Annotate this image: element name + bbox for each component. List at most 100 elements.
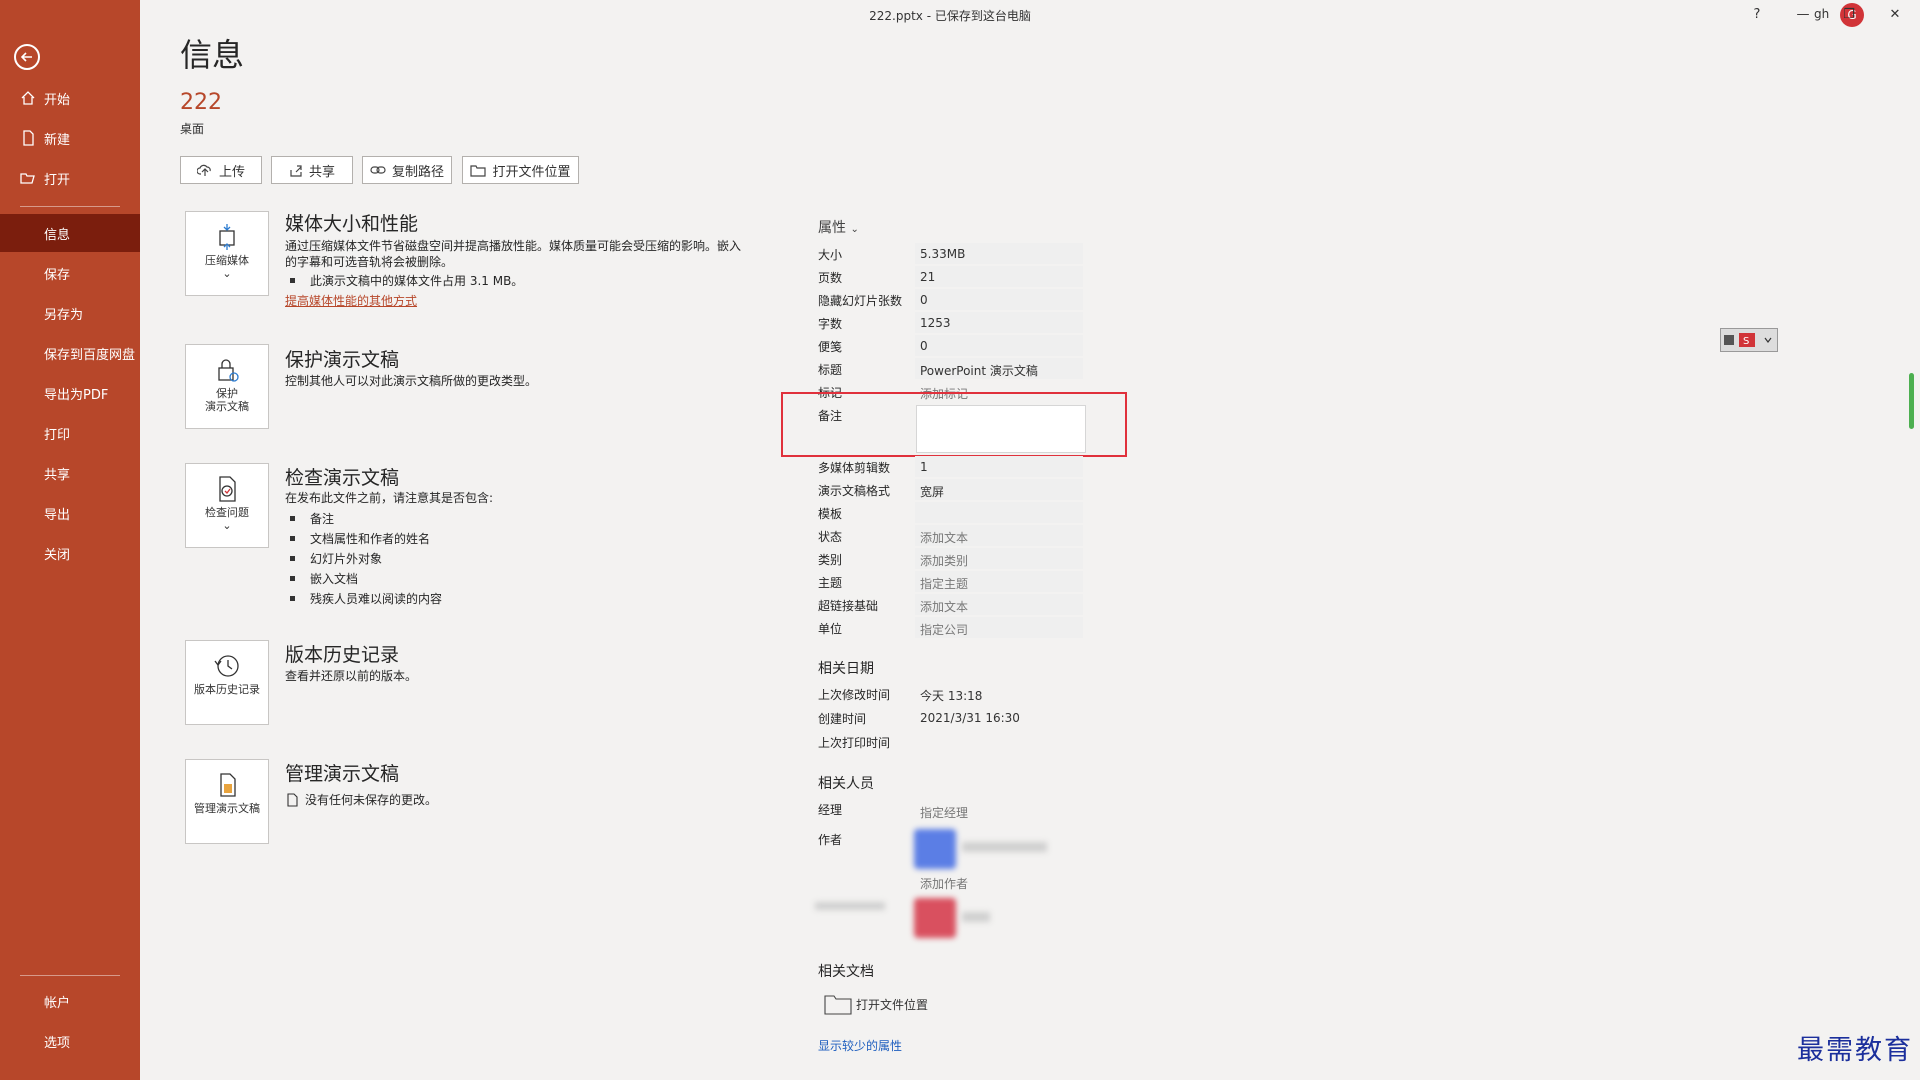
nav-label: 开始 xyxy=(44,92,71,108)
scroll-indicator[interactable] xyxy=(1909,373,1914,429)
inspect-bullet: 备注 xyxy=(290,510,334,527)
bullet-text: 文档属性和作者的姓名 xyxy=(310,532,431,546)
prop-label-title: 标题 xyxy=(818,363,843,377)
bullet-text: 备注 xyxy=(310,512,335,526)
prop-label-size: 大小 xyxy=(818,248,843,262)
prop-value-modified: 今天 13:18 xyxy=(920,689,983,703)
protect-presentation-tile[interactable]: 保护 演示文稿 xyxy=(185,344,269,429)
nav-export-pdf[interactable]: 导出为PDF xyxy=(0,374,140,412)
prop-value-category[interactable]: 添加类别 xyxy=(920,552,968,569)
upload-label: 上传 xyxy=(218,164,245,180)
prop-label-hidden-slides: 隐藏幻灯片张数 xyxy=(818,294,903,308)
inspect-bullet: 幻灯片外对象 xyxy=(290,550,382,567)
show-fewer-properties-link[interactable]: 显示较少的属性 xyxy=(818,1037,902,1054)
protect-tile-line1: 保护 xyxy=(216,387,238,400)
prop-value-company[interactable]: 指定公司 xyxy=(920,621,968,638)
nav-close[interactable]: 关闭 xyxy=(0,534,140,572)
close-window-button[interactable]: ✕ xyxy=(1872,0,1918,30)
prop-label-pages: 页数 xyxy=(818,271,843,285)
nav-label: 新建 xyxy=(44,132,71,148)
history-section-title: 版本历史记录 xyxy=(285,644,400,666)
nav-label: 保存到百度网盘 xyxy=(44,347,136,363)
version-history-label: 版本历史记录 xyxy=(194,683,260,696)
prop-label-format: 演示文稿格式 xyxy=(818,484,891,498)
nav-options[interactable]: 选项 xyxy=(0,1022,140,1060)
nav-info[interactable]: 信息 xyxy=(0,214,140,252)
help-button[interactable]: ? xyxy=(1734,0,1780,30)
prop-value-manager[interactable]: 指定经理 xyxy=(920,804,968,821)
copy-path-button[interactable]: 复制路径 xyxy=(362,156,452,184)
nav-label: 导出为PDF xyxy=(44,387,109,403)
bullet-text: 此演示文稿中的媒体文件占用 3.1 MB。 xyxy=(310,274,524,288)
document-icon xyxy=(287,793,298,807)
protect-tile-line2: 演示文稿 xyxy=(205,400,249,413)
nav-home[interactable]: 开始 xyxy=(0,79,140,117)
nav-label: 导出 xyxy=(44,507,71,523)
home-icon xyxy=(21,91,35,105)
chevron-down-icon: ⌄ xyxy=(222,519,232,532)
prop-label-created: 创建时间 xyxy=(818,712,867,726)
version-history-tile[interactable]: 版本历史记录 xyxy=(185,640,269,725)
share-button[interactable]: 共享 xyxy=(271,156,353,184)
prop-field-bg xyxy=(915,502,1083,523)
nav-save[interactable]: 保存 xyxy=(0,254,140,292)
nav-account[interactable]: 帐户 xyxy=(0,982,140,1020)
add-author-link[interactable]: 添加作者 xyxy=(920,875,968,892)
prop-value-subject[interactable]: 指定主题 xyxy=(920,575,968,592)
ime-toolbar-icon: S xyxy=(1724,333,1772,347)
back-button[interactable] xyxy=(14,44,40,70)
open-file-location-link[interactable]: 打开文件位置 xyxy=(824,993,928,1015)
svg-text:S: S xyxy=(1743,336,1749,347)
share-label: 共享 xyxy=(308,164,335,180)
protect-section-title: 保护演示文稿 xyxy=(285,349,400,371)
prop-value-title[interactable]: PowerPoint 演示文稿 xyxy=(920,362,1038,379)
nav-print[interactable]: 打印 xyxy=(0,414,140,452)
ime-toolbar[interactable]: S xyxy=(1720,328,1778,352)
nav-share[interactable]: 共享 xyxy=(0,454,140,492)
nav-save-baidu[interactable]: 保存到百度网盘 xyxy=(0,334,140,372)
media-section-desc: 通过压缩媒体文件节省磁盘空间并提高播放性能。媒体质量可能会受压缩的影响。嵌入的字… xyxy=(285,239,742,269)
open-folder-icon xyxy=(20,173,35,184)
prop-value-media-clips: 1 xyxy=(920,460,928,474)
bullet-text: 幻灯片外对象 xyxy=(310,552,383,566)
folder-icon xyxy=(470,164,487,177)
manage-presentation-label: 管理演示文稿 xyxy=(194,802,260,815)
nav-export[interactable]: 导出 xyxy=(0,494,140,532)
prop-value-hyperlink-base[interactable]: 添加文本 xyxy=(920,598,968,615)
prop-label-author: 作者 xyxy=(818,833,843,847)
folder-icon xyxy=(824,995,852,1015)
nav-open[interactable]: 打开 xyxy=(0,159,140,197)
restore-button[interactable]: ❐ xyxy=(1826,0,1872,30)
open-location-button[interactable]: 打开文件位置 xyxy=(462,156,579,184)
page-title: 信息 xyxy=(180,36,245,74)
compress-media-tile[interactable]: 压缩媒体 ⌄ xyxy=(185,211,269,296)
prop-value-pages: 21 xyxy=(920,270,936,284)
nav-new[interactable]: 新建 xyxy=(0,119,140,157)
bullet-text: 残疾人员难以阅读的内容 xyxy=(310,592,443,606)
watermark-text: 最需教育 xyxy=(1797,1035,1913,1066)
minimize-button[interactable]: — xyxy=(1780,0,1826,30)
inspect-bullet: 残疾人员难以阅读的内容 xyxy=(290,590,442,607)
author-avatar xyxy=(914,829,956,869)
media-performance-link[interactable]: 提高媒体性能的其他方式 xyxy=(285,292,417,309)
properties-dropdown[interactable]: 属性 ⌄ xyxy=(818,217,859,237)
nav-save-as[interactable]: 另存为 xyxy=(0,294,140,332)
prop-value-words: 1253 xyxy=(920,316,951,330)
nav-label: 打印 xyxy=(44,427,71,443)
prop-value-status[interactable]: 添加文本 xyxy=(920,529,968,546)
prop-field-bg xyxy=(915,289,1083,310)
check-issues-tile[interactable]: 检查问题 ⌄ xyxy=(185,463,269,548)
upload-button[interactable]: 上传 xyxy=(180,156,262,184)
bullet-text: 嵌入文档 xyxy=(310,572,359,586)
lock-icon xyxy=(218,359,239,382)
share-icon xyxy=(290,165,302,177)
open-file-location-label: 打开文件位置 xyxy=(856,997,929,1012)
prop-value-created: 2021/3/31 16:30 xyxy=(920,711,1020,725)
nav-label: 信息 xyxy=(44,227,71,243)
nav-label: 共享 xyxy=(44,467,71,483)
prop-value-hidden-slides: 0 xyxy=(920,293,928,307)
related-documents-header: 相关文档 xyxy=(818,964,874,980)
copy-path-label: 复制路径 xyxy=(391,164,444,180)
highlight-annotation xyxy=(781,392,1127,457)
manage-presentation-tile[interactable]: 管理演示文稿 xyxy=(185,759,269,844)
